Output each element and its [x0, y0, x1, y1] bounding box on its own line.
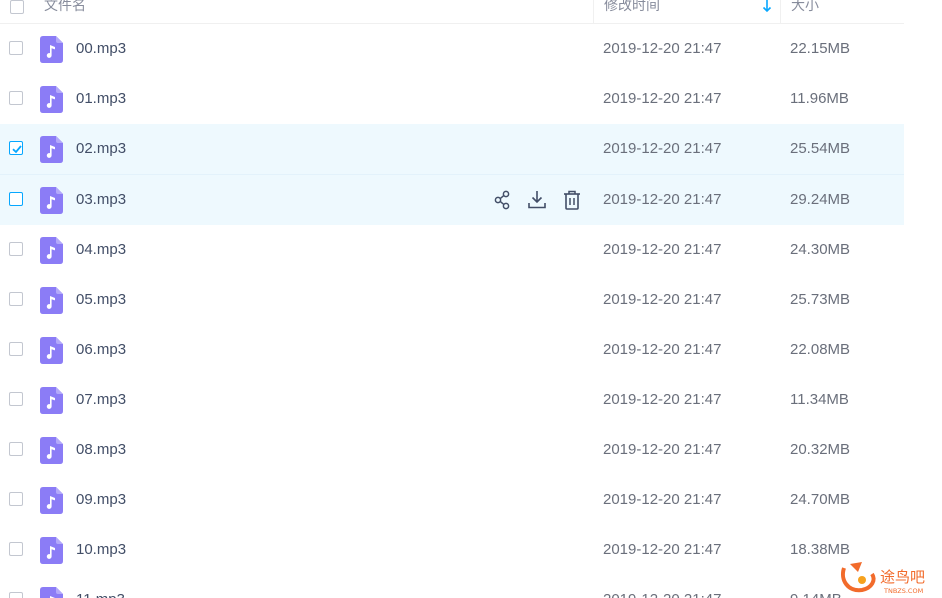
- file-modified-time: 2019-12-20 21:47: [603, 140, 722, 157]
- music-file-icon: [40, 537, 63, 564]
- file-row[interactable]: 10.mp3 2019-12-20 21:47 18.38MB: [0, 525, 904, 575]
- column-header-size[interactable]: 大小: [780, 0, 904, 23]
- file-row[interactable]: 02.mp3 2019-12-20 21:47 25.54MB: [0, 124, 904, 174]
- file-size: 22.08MB: [790, 341, 851, 358]
- file-name[interactable]: 10.mp3: [76, 525, 126, 575]
- file-name[interactable]: 04.mp3: [76, 225, 126, 275]
- file-row[interactable]: 06.mp3 2019-12-20 21:47 22.08MB: [0, 325, 904, 375]
- column-header-time[interactable]: 修改时间: [593, 0, 779, 23]
- file-modified-time: 2019-12-20 21:47: [603, 40, 722, 57]
- music-file-icon: [40, 287, 63, 314]
- music-file-icon: [40, 437, 63, 464]
- file-modified-time: 2019-12-20 21:47: [603, 491, 722, 508]
- file-name[interactable]: 08.mp3: [76, 425, 126, 475]
- music-file-icon: [40, 187, 63, 214]
- file-name[interactable]: 11.mp3: [76, 575, 125, 598]
- file-row[interactable]: 09.mp3 2019-12-20 21:47 24.70MB: [0, 475, 904, 525]
- file-modified-time: 2019-12-20 21:47: [603, 341, 722, 358]
- file-size: 11.96MB: [790, 90, 849, 107]
- file-row[interactable]: 04.mp3 2019-12-20 21:47 24.30MB: [0, 225, 904, 275]
- file-name[interactable]: 09.mp3: [76, 475, 126, 525]
- file-size: 20.32MB: [790, 441, 851, 458]
- download-icon[interactable]: [527, 189, 547, 211]
- file-list-header: 文件名 修改时间 大小: [0, 0, 904, 24]
- music-file-icon: [40, 36, 63, 63]
- watermark-subtext: TNBZS.COM: [883, 587, 923, 595]
- file-row-checkbox[interactable]: [9, 141, 23, 155]
- music-file-icon: [40, 337, 63, 364]
- file-row-checkbox[interactable]: [9, 242, 23, 256]
- file-row-checkbox[interactable]: [9, 392, 23, 406]
- file-name[interactable]: 01.mp3: [76, 74, 126, 124]
- music-file-icon: [40, 237, 63, 264]
- music-file-icon: [40, 587, 63, 598]
- file-size: 11.34MB: [790, 391, 849, 408]
- file-size: 22.15MB: [790, 40, 851, 57]
- select-all-checkbox[interactable]: [10, 0, 24, 14]
- file-rows: 00.mp3 2019-12-20 21:47 22.15MB 01.mp3 2…: [0, 24, 904, 598]
- file-name[interactable]: 02.mp3: [76, 124, 126, 174]
- file-size: 24.70MB: [790, 491, 851, 508]
- watermark-text: 途鸟吧: [880, 568, 925, 586]
- file-modified-time: 2019-12-20 21:47: [603, 241, 722, 258]
- file-modified-time: 2019-12-20 21:47: [603, 191, 722, 208]
- file-row-checkbox[interactable]: [9, 91, 23, 105]
- file-row[interactable]: 00.mp3 2019-12-20 21:47 22.15MB: [0, 24, 904, 74]
- file-size: 9.14MB: [790, 575, 842, 598]
- file-size: 29.24MB: [790, 191, 851, 208]
- file-size: 24.30MB: [790, 241, 851, 258]
- file-modified-time: 2019-12-20 21:47: [603, 90, 722, 107]
- file-row-checkbox[interactable]: [9, 592, 23, 598]
- file-name[interactable]: 03.mp3: [76, 175, 126, 225]
- file-name[interactable]: 05.mp3: [76, 275, 126, 325]
- file-row-checkbox[interactable]: [9, 292, 23, 306]
- file-row-checkbox[interactable]: [9, 342, 23, 356]
- file-row[interactable]: 03.mp3 2019-12-20 21:47 29.24MB: [0, 174, 904, 225]
- file-row[interactable]: 07.mp3 2019-12-20 21:47 11.34MB: [0, 375, 904, 425]
- share-icon[interactable]: [493, 189, 513, 211]
- file-name[interactable]: 06.mp3: [76, 325, 126, 375]
- file-name[interactable]: 07.mp3: [76, 375, 126, 425]
- column-header-time-label: 修改时间: [604, 0, 660, 13]
- arrow-down-icon[interactable]: [762, 0, 772, 26]
- file-row[interactable]: 11.mp3 2019-12-20 21:47 9.14MB: [0, 575, 904, 598]
- file-row-checkbox[interactable]: [9, 492, 23, 506]
- file-name[interactable]: 00.mp3: [76, 24, 126, 74]
- file-size: 25.73MB: [790, 291, 851, 308]
- file-row-checkbox[interactable]: [9, 442, 23, 456]
- file-size: 25.54MB: [790, 140, 851, 157]
- file-row-checkbox[interactable]: [9, 41, 23, 55]
- file-row[interactable]: 08.mp3 2019-12-20 21:47 20.32MB: [0, 425, 904, 475]
- music-file-icon: [40, 86, 63, 113]
- file-modified-time: 2019-12-20 21:47: [603, 541, 722, 558]
- trash-icon[interactable]: [562, 189, 582, 211]
- file-modified-time: 2019-12-20 21:47: [603, 575, 721, 598]
- file-row-checkbox[interactable]: [9, 542, 23, 556]
- file-modified-time: 2019-12-20 21:47: [603, 391, 722, 408]
- file-row[interactable]: 01.mp3 2019-12-20 21:47 11.96MB: [0, 74, 904, 124]
- music-file-icon: [40, 487, 63, 514]
- file-modified-time: 2019-12-20 21:47: [603, 441, 722, 458]
- music-file-icon: [40, 387, 63, 414]
- column-header-name[interactable]: 文件名: [44, 0, 86, 23]
- file-row-checkbox[interactable]: [9, 192, 23, 206]
- file-row[interactable]: 05.mp3 2019-12-20 21:47 25.73MB: [0, 275, 904, 325]
- file-modified-time: 2019-12-20 21:47: [603, 291, 722, 308]
- site-watermark: 途鸟吧 TNBZS.COM: [838, 558, 938, 598]
- file-list-page: 文件名 修改时间 大小 00.mp3 2019-12-20 21:47 22.1…: [0, 0, 942, 598]
- music-file-icon: [40, 136, 63, 163]
